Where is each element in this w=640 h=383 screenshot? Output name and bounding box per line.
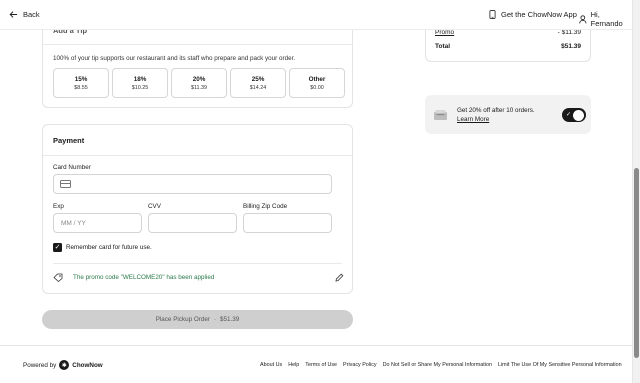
tip-options: 15% $8.55 18% $10.25 20% $11.39 25% $14.… bbox=[53, 68, 345, 98]
tip-amount: $11.39 bbox=[190, 84, 208, 91]
tip-amount: $0.00 bbox=[310, 84, 324, 91]
promo-value: - $11.39 bbox=[557, 29, 581, 36]
remember-card-checkbox[interactable]: ✓ Remember card for future use. bbox=[53, 243, 152, 252]
exp-placeholder: MM / YY bbox=[61, 220, 86, 227]
tip-pct: 25% bbox=[251, 75, 265, 83]
tip-description: 100% of your tip supports our restaurant… bbox=[53, 55, 296, 62]
user-greeting: Hi, Fernando bbox=[590, 10, 623, 28]
tag-icon bbox=[53, 273, 63, 282]
zip-label: Billing Zip Code bbox=[243, 203, 288, 210]
tip-amount: $14.24 bbox=[249, 84, 267, 91]
tip-option-20[interactable]: 20% $11.39 bbox=[171, 68, 227, 98]
promo-applied-text: The promo code "WELCOME20" has been appl… bbox=[73, 274, 215, 281]
footer-link-privacy[interactable]: Privacy Policy bbox=[343, 362, 377, 368]
powered-by-label: Powered by bbox=[23, 361, 57, 369]
card-number-field[interactable] bbox=[53, 174, 332, 194]
check-icon: ✓ bbox=[566, 112, 572, 118]
footer-link-limit-use[interactable]: Limit The Use Of My Sensitive Personal I… bbox=[498, 362, 622, 368]
rewards-line: Get 20% off after 10 orders. bbox=[457, 107, 535, 114]
divider bbox=[43, 155, 352, 156]
promo-link[interactable]: Promo bbox=[435, 29, 454, 36]
checkmark-icon: ✓ bbox=[53, 243, 62, 252]
card-number-label: Card Number bbox=[53, 164, 91, 171]
toggle-knob bbox=[573, 109, 584, 121]
user-icon bbox=[579, 14, 587, 23]
tip-option-other[interactable]: Other $0.00 bbox=[289, 68, 345, 98]
get-app-link[interactable]: Get the ChowNow App bbox=[489, 10, 577, 19]
total-value: $51.39 bbox=[561, 43, 581, 50]
footer-links: About Us Help Terms of Use Privacy Polic… bbox=[260, 362, 622, 368]
rewards-banner: Get 20% off after 10 orders. Learn More … bbox=[425, 95, 591, 134]
exp-field[interactable]: MM / YY bbox=[53, 213, 142, 233]
credit-card-icon bbox=[60, 180, 71, 188]
footer-link-do-not-sell[interactable]: Do Not Sell or Share My Personal Informa… bbox=[383, 362, 492, 368]
promo-row: Promo - $11.39 bbox=[435, 29, 581, 36]
total-label: Total bbox=[435, 43, 451, 50]
arrow-left-icon bbox=[9, 11, 18, 18]
divider bbox=[53, 263, 342, 264]
zip-field[interactable] bbox=[243, 213, 332, 233]
rewards-icon bbox=[434, 110, 447, 120]
back-button[interactable]: Back bbox=[9, 10, 40, 19]
promo-applied: The promo code "WELCOME20" has been appl… bbox=[53, 273, 214, 282]
tip-amount: $8.55 bbox=[74, 84, 88, 91]
rewards-text: Get 20% off after 10 orders. Learn More bbox=[457, 106, 535, 124]
chownow-logo-icon: ✱ bbox=[59, 360, 70, 370]
tip-amount: $10.25 bbox=[131, 84, 149, 91]
cvv-field[interactable] bbox=[148, 213, 237, 233]
edit-pencil-icon[interactable] bbox=[335, 273, 344, 282]
footer-link-about[interactable]: About Us bbox=[260, 362, 282, 368]
phone-icon bbox=[489, 10, 496, 19]
get-app-label: Get the ChowNow App bbox=[501, 10, 577, 19]
learn-more-link[interactable]: Learn More bbox=[457, 115, 535, 124]
top-bar: Back Get the ChowNow App Hi, Fernando bbox=[0, 0, 632, 30]
place-order-separator: · bbox=[213, 316, 217, 323]
tip-option-18[interactable]: 18% $10.25 bbox=[112, 68, 168, 98]
tip-pct: 15% bbox=[74, 75, 88, 83]
footer: Powered by ✱ ChowNow About Us Help Terms… bbox=[0, 345, 632, 383]
tip-option-25[interactable]: 25% $14.24 bbox=[230, 68, 286, 98]
total-row: Total $51.39 bbox=[435, 43, 581, 50]
place-order-amount: $51.39 bbox=[220, 316, 240, 323]
brand-name: ChowNow bbox=[72, 361, 103, 369]
exp-label: Exp bbox=[53, 203, 64, 210]
tip-pct: 20% bbox=[192, 75, 206, 83]
powered-by: Powered by ✱ ChowNow bbox=[23, 360, 103, 370]
user-menu[interactable]: Hi, Fernando bbox=[579, 10, 632, 28]
scrollbar[interactable] bbox=[632, 0, 640, 383]
back-label: Back bbox=[23, 10, 40, 19]
scrollbar-thumb[interactable] bbox=[634, 168, 639, 358]
cvv-label: CVV bbox=[148, 203, 161, 210]
payment-title: Payment bbox=[53, 136, 85, 145]
place-order-button[interactable]: Place Pickup Order · $51.39 bbox=[42, 310, 353, 329]
tip-pct: Other bbox=[308, 75, 326, 83]
tip-option-15[interactable]: 15% $8.55 bbox=[53, 68, 109, 98]
footer-link-help[interactable]: Help bbox=[288, 362, 299, 368]
place-order-label: Place Pickup Order bbox=[155, 316, 210, 323]
remember-label: Remember card for future use. bbox=[66, 244, 152, 251]
rewards-toggle[interactable]: ✓ bbox=[562, 108, 586, 122]
payment-section: Payment Card Number Exp MM / YY CVV Bill… bbox=[42, 124, 353, 294]
footer-link-terms[interactable]: Terms of Use bbox=[305, 362, 337, 368]
tip-pct: 18% bbox=[133, 75, 147, 83]
